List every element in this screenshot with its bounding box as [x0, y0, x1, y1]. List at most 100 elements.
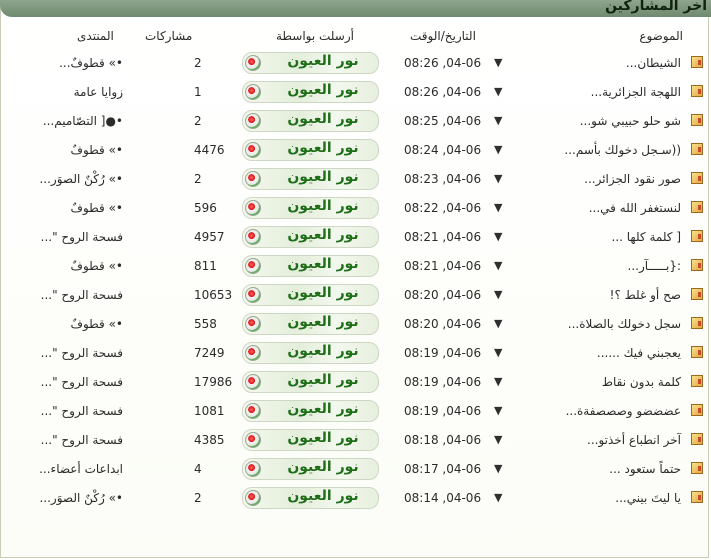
topic-link[interactable]: شو حلو حبيبي شو...	[580, 114, 681, 128]
poster-username[interactable]: نور العيون	[271, 430, 375, 446]
poster-username[interactable]: نور العيون	[271, 459, 375, 475]
latest-post-arrow-icon[interactable]: ▼	[494, 56, 502, 69]
forum-link[interactable]: فسحة الروح "...	[41, 346, 123, 360]
latest-post-arrow-icon[interactable]: ▼	[494, 85, 502, 98]
table-row: :{بـــــآر... ▼ 08:21 ,04-06 نور العيون 811 •…	[0, 253, 711, 282]
latest-post-arrow-icon[interactable]: ▼	[494, 317, 502, 330]
latest-post-arrow-icon[interactable]: ▼	[494, 404, 502, 417]
forum-link[interactable]: ابداعات أعضاء...	[39, 462, 123, 476]
poster-username[interactable]: نور العيون	[271, 82, 375, 98]
topic-link[interactable]: [ كلمة كلها ...	[612, 230, 682, 244]
latest-post-arrow-icon[interactable]: ▼	[494, 114, 502, 127]
topic-link[interactable]: ((سـجل دخولك بأسم...	[564, 143, 681, 157]
poster-username[interactable]: نور العيون	[271, 372, 375, 388]
post-datetime: 08:21 ,04-06	[404, 259, 482, 273]
topic-link[interactable]: آخر انطباع أخذتو...	[587, 433, 681, 447]
table-row: [ كلمة كلها ... ▼ 08:21 ,04-06 نور العيون 49…	[0, 224, 711, 253]
forum-link[interactable]: •» رُكْنٌ الصوَر...	[39, 172, 123, 186]
poster-badge[interactable]: نور العيون	[242, 168, 379, 190]
post-count: 10653	[194, 288, 233, 302]
latest-post-arrow-icon[interactable]: ▼	[494, 259, 502, 272]
algeria-flag-icon	[245, 200, 261, 216]
latest-post-arrow-icon[interactable]: ▼	[494, 201, 502, 214]
poster-badge[interactable]: نور العيون	[242, 371, 379, 393]
poster-username[interactable]: نور العيون	[271, 53, 375, 69]
poster-badge[interactable]: نور العيون	[242, 255, 379, 277]
latest-post-arrow-icon[interactable]: ▼	[494, 288, 502, 301]
forum-link[interactable]: •●[ التصّاميم...	[43, 114, 123, 128]
forum-link[interactable]: •» قطوفٌ	[71, 201, 123, 215]
forum-link[interactable]: فسحة الروح "...	[41, 433, 123, 447]
latest-post-arrow-icon[interactable]: ▼	[494, 230, 502, 243]
topic-link[interactable]: عضضضو وصصصفةة...	[566, 404, 681, 418]
latest-post-arrow-icon[interactable]: ▼	[494, 375, 502, 388]
algeria-flag-icon	[245, 316, 261, 332]
poster-badge[interactable]: نور العيون	[242, 313, 379, 335]
poster-badge[interactable]: نور العيون	[242, 197, 379, 219]
forum-link[interactable]: •» قطوفٌ	[71, 317, 123, 331]
forum-link[interactable]: •» قطوفٌ	[71, 259, 123, 273]
table-row: لنستغفر الله في... ▼ 08:22 ,04-06 نور العيو…	[0, 195, 711, 224]
latest-post-arrow-icon[interactable]: ▼	[494, 462, 502, 475]
poster-username[interactable]: نور العيون	[271, 343, 375, 359]
poster-badge[interactable]: نور العيون	[242, 400, 379, 422]
poster-badge[interactable]: نور العيون	[242, 81, 379, 103]
topic-link[interactable]: صح أو غلط ؟!	[610, 288, 681, 302]
forum-link[interactable]: فسحة الروح "...	[41, 230, 123, 244]
poster-username[interactable]: نور العيون	[271, 198, 375, 214]
post-datetime: 08:20 ,04-06	[404, 288, 482, 302]
topic-link[interactable]: الشيطان...	[626, 56, 681, 70]
poster-username[interactable]: نور العيون	[271, 314, 375, 330]
forum-link[interactable]: •» قطوفٌ...	[59, 56, 123, 70]
latest-post-arrow-icon[interactable]: ▼	[494, 491, 502, 504]
algeria-flag-icon	[245, 171, 261, 187]
topic-link[interactable]: كلمة بدون نقاط	[602, 375, 681, 389]
forum-link[interactable]: فسحة الروح "...	[41, 404, 123, 418]
poster-badge[interactable]: نور العيون	[242, 342, 379, 364]
topic-link[interactable]: :{بـــــآر...	[628, 259, 682, 273]
topic-link[interactable]: صور نقود الجزائر...	[584, 172, 681, 186]
post-datetime: 08:23 ,04-06	[404, 172, 482, 186]
latest-post-arrow-icon[interactable]: ▼	[494, 143, 502, 156]
post-datetime: 08:26 ,04-06	[404, 56, 482, 70]
poster-badge[interactable]: نور العيون	[242, 458, 379, 480]
algeria-flag-icon	[245, 258, 261, 274]
algeria-flag-icon	[245, 432, 261, 448]
poster-username[interactable]: نور العيون	[271, 488, 375, 504]
forum-link[interactable]: فسحة الروح "...	[41, 375, 123, 389]
table-row: الشيطان... ▼ 08:26 ,04-06 نور العيون 2 •» قطو…	[0, 50, 711, 79]
poster-username[interactable]: نور العيون	[271, 140, 375, 156]
latest-post-arrow-icon[interactable]: ▼	[494, 172, 502, 185]
latest-post-arrow-icon[interactable]: ▼	[494, 346, 502, 359]
poster-badge[interactable]: نور العيون	[242, 284, 379, 306]
poster-badge[interactable]: نور العيون	[242, 110, 379, 132]
poster-username[interactable]: نور العيون	[271, 111, 375, 127]
forum-link[interactable]: •» رُكْنٌ الصوَر...	[39, 491, 123, 505]
forum-link[interactable]: زوايا عامة	[74, 85, 123, 99]
table-row: شو حلو حبيبي شو... ▼ 08:25 ,04-06 نور العيو…	[0, 108, 711, 137]
topic-link[interactable]: يا ليتَ بيني...	[615, 491, 681, 505]
topic-link[interactable]: حتماً ستعود ...	[609, 462, 681, 476]
poster-badge[interactable]: نور العيون	[242, 52, 379, 74]
latest-post-arrow-icon[interactable]: ▼	[494, 433, 502, 446]
table-row: حتماً ستعود ... ▼ 08:17 ,04-06 نور العيون 4 ا…	[0, 456, 711, 485]
poster-username[interactable]: نور العيون	[271, 401, 375, 417]
topic-link[interactable]: سجل دخولك بالصلاة...	[568, 317, 681, 331]
topic-folder-icon	[691, 288, 703, 300]
post-count: 2	[194, 172, 202, 186]
forum-link[interactable]: فسحة الروح "...	[41, 288, 123, 302]
topic-link[interactable]: لنستغفر الله في...	[589, 201, 681, 215]
topic-link[interactable]: يعجبني فيك ......	[597, 346, 681, 360]
poster-badge[interactable]: نور العيون	[242, 226, 379, 248]
poster-badge[interactable]: نور العيون	[242, 429, 379, 451]
poster-username[interactable]: نور العيون	[271, 285, 375, 301]
topic-folder-icon	[691, 462, 703, 474]
poster-username[interactable]: نور العيون	[271, 227, 375, 243]
forum-link[interactable]: •» قطوفٌ	[71, 143, 123, 157]
poster-badge[interactable]: نور العيون	[242, 487, 379, 509]
table-header: الموضوع التاريخ/الوقت أرسلت بواسطة مشارك…	[0, 29, 711, 47]
topic-link[interactable]: اللهجة الجزائرية...	[591, 85, 681, 99]
poster-username[interactable]: نور العيون	[271, 256, 375, 272]
poster-badge[interactable]: نور العيون	[242, 139, 379, 161]
poster-username[interactable]: نور العيون	[271, 169, 375, 185]
